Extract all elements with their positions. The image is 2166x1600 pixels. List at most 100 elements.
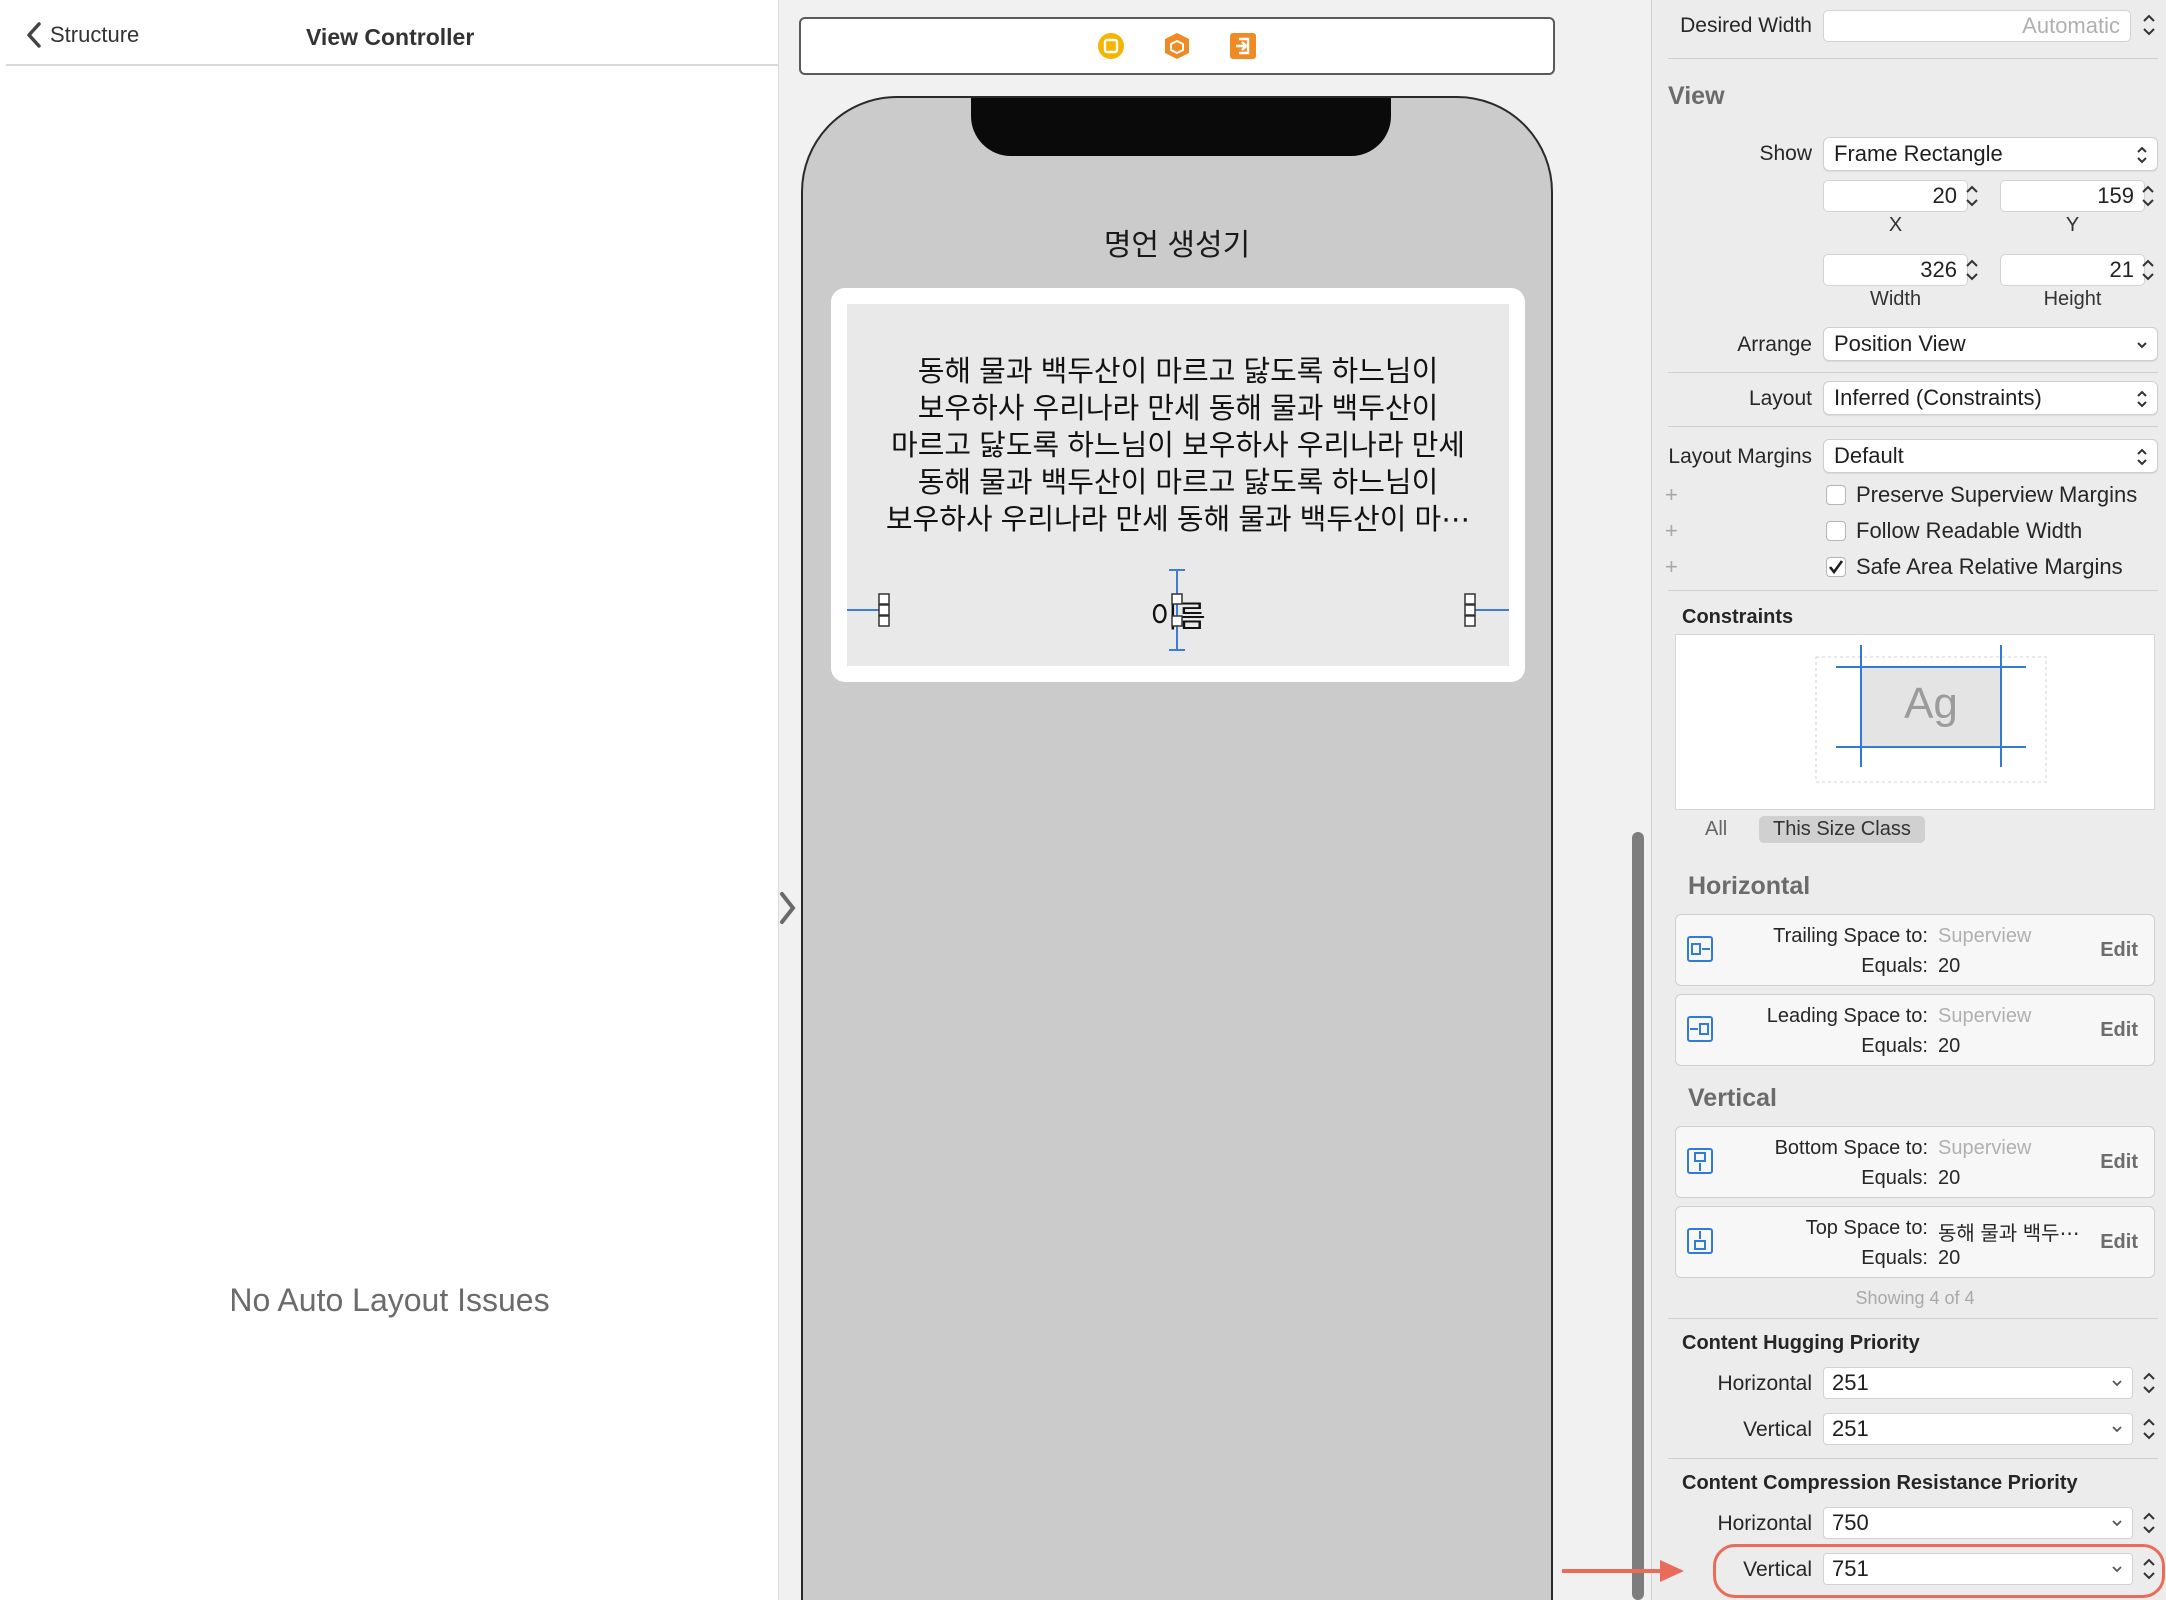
collapse-panel-icon[interactable] bbox=[779, 890, 797, 926]
constraint-target: Superview bbox=[1938, 1137, 2032, 1159]
size-class-tabs: All This Size Class bbox=[1675, 810, 2155, 846]
edit-button[interactable]: Edit bbox=[2100, 1151, 2138, 1174]
exit-icon[interactable] bbox=[1228, 31, 1258, 61]
constraint-target: Superview bbox=[1938, 925, 2032, 947]
height-value: 21 bbox=[2109, 257, 2134, 282]
horizontal-section-title: Horizontal bbox=[1688, 872, 1811, 900]
hugging-horizontal-value: 251 bbox=[1832, 1370, 1869, 1395]
chevron-down-icon bbox=[2137, 342, 2147, 349]
y-stepper[interactable] bbox=[2139, 179, 2157, 213]
compression-resistance-title: Content Compression Resistance Priority bbox=[1682, 1472, 2078, 1494]
device-frame: 명언 생성기 동해 물과 백두산이 마르고 닳도록 하느님이 보우하사 우리나라… bbox=[801, 96, 1553, 1600]
compression-horizontal-combo[interactable]: 750 bbox=[1823, 1507, 2133, 1539]
height-caption: Height bbox=[2043, 288, 2102, 310]
layout-margins-label: Layout Margins bbox=[1668, 445, 1812, 468]
title-label[interactable]: 명언 생성기 bbox=[803, 220, 1551, 264]
divider bbox=[1668, 1318, 2158, 1319]
hugging-horizontal-label: Horizontal bbox=[1717, 1372, 1812, 1395]
follow-readable-width-checkbox[interactable] bbox=[1826, 521, 1846, 541]
updown-chevron-icon bbox=[2137, 390, 2147, 408]
layout-popup[interactable]: Inferred (Constraints) bbox=[1823, 381, 2158, 415]
preserve-superview-margins-checkbox[interactable] bbox=[1826, 485, 1846, 505]
compression-horizontal-stepper[interactable] bbox=[2140, 1506, 2158, 1540]
width-field[interactable]: 326 bbox=[1823, 254, 1968, 286]
bottom-space-icon bbox=[1687, 1148, 1713, 1174]
desired-width-label: Desired Width bbox=[1680, 14, 1812, 37]
follow-readable-width-label: Follow Readable Width bbox=[1856, 518, 2083, 543]
storyboard-canvas[interactable]: 명언 생성기 동해 물과 백두산이 마르고 닳도록 하느님이 보우하사 우리나라… bbox=[779, 0, 1651, 1600]
desired-width-field[interactable]: Automatic bbox=[1823, 10, 2131, 42]
quote-card-content: 동해 물과 백두산이 마르고 닳도록 하느님이 보우하사 우리나라 만세 동해 … bbox=[847, 304, 1509, 666]
constraint-trailing-space[interactable]: Trailing Space to: Superview Equals: 20 … bbox=[1675, 914, 2155, 986]
x-field[interactable]: 20 bbox=[1823, 180, 1968, 212]
width-stepper[interactable] bbox=[1963, 253, 1981, 287]
chevron-left-icon bbox=[27, 22, 41, 48]
panel-title: View Controller bbox=[306, 24, 475, 50]
tab-this-size-class[interactable]: This Size Class bbox=[1759, 816, 1925, 843]
plus-icon[interactable]: + bbox=[1665, 482, 1678, 508]
layout-margins-value: Default bbox=[1834, 443, 1904, 468]
constraint-title: Leading Space to: bbox=[1766, 1005, 1928, 1027]
y-field[interactable]: 159 bbox=[2000, 180, 2145, 212]
divider bbox=[1668, 372, 2158, 373]
hugging-vertical-label: Vertical bbox=[1743, 1418, 1812, 1441]
constraint-preview-text: Ag bbox=[1904, 679, 1958, 728]
layout-margins-popup[interactable]: Default bbox=[1823, 439, 2158, 473]
constraint-equals-label: Equals: bbox=[1861, 955, 1928, 977]
plus-icon[interactable]: + bbox=[1665, 554, 1678, 580]
x-caption: X bbox=[1888, 214, 1903, 236]
edit-button[interactable]: Edit bbox=[2100, 939, 2138, 962]
hugging-vertical-stepper[interactable] bbox=[2140, 1412, 2158, 1446]
constraint-bottom-space[interactable]: Bottom Space to: Superview Equals: 20 Ed… bbox=[1675, 1126, 2155, 1198]
width-caption: Width bbox=[1869, 288, 1922, 310]
x-stepper[interactable] bbox=[1963, 179, 1981, 213]
back-button[interactable]: Structure bbox=[26, 22, 139, 48]
show-popup[interactable]: Frame Rectangle bbox=[1823, 137, 2158, 171]
structure-panel: Structure View Controller No Auto Layout… bbox=[0, 0, 779, 1600]
constraint-equals-label: Equals: bbox=[1861, 1247, 1928, 1269]
constraint-title: Top Space to: bbox=[1805, 1217, 1928, 1239]
preserve-superview-margins-label: Preserve Superview Margins bbox=[1856, 482, 2138, 507]
first-responder-icon[interactable] bbox=[1162, 31, 1192, 61]
constraint-title: Trailing Space to: bbox=[1773, 925, 1928, 947]
constraints-preview: Ag bbox=[1675, 634, 2155, 810]
chevron-down-icon bbox=[2112, 1426, 2122, 1433]
plus-icon[interactable]: + bbox=[1665, 518, 1678, 544]
constraint-leading-space[interactable]: Leading Space to: Superview Equals: 20 E… bbox=[1675, 994, 2155, 1066]
layout-label: Layout bbox=[1748, 387, 1812, 410]
edit-button[interactable]: Edit bbox=[2100, 1231, 2138, 1254]
constraint-equals-label: Equals: bbox=[1861, 1167, 1928, 1189]
arrange-label: Arrange bbox=[1737, 333, 1812, 356]
edit-button[interactable]: Edit bbox=[2100, 1019, 2138, 1042]
canvas-scrollbar[interactable] bbox=[1632, 832, 1644, 1600]
divider bbox=[1668, 590, 2158, 591]
quote-card[interactable]: 동해 물과 백두산이 마르고 닳도록 하느님이 보우하사 우리나라 만세 동해 … bbox=[831, 288, 1525, 682]
show-value: Frame Rectangle bbox=[1834, 141, 2003, 166]
updown-chevron-icon bbox=[2137, 146, 2147, 164]
constraint-target: 동해 물과 백두⋯ bbox=[1938, 1223, 2080, 1245]
updown-chevron-icon bbox=[2137, 448, 2147, 466]
hugging-horizontal-combo[interactable]: 251 bbox=[1823, 1367, 2133, 1399]
height-field[interactable]: 21 bbox=[2000, 254, 2145, 286]
desired-width-stepper[interactable] bbox=[2140, 8, 2158, 42]
safe-area-relative-margins-checkbox[interactable] bbox=[1826, 557, 1846, 577]
arrange-value: Position View bbox=[1834, 331, 1966, 356]
empty-state-message: No Auto Layout Issues bbox=[229, 1282, 550, 1318]
view-controller-icon[interactable] bbox=[1096, 31, 1126, 61]
tab-all[interactable]: All bbox=[1705, 818, 1727, 841]
height-stepper[interactable] bbox=[2139, 253, 2157, 287]
selection-handles[interactable] bbox=[847, 304, 1509, 666]
hugging-vertical-combo[interactable]: 251 bbox=[1823, 1413, 2133, 1445]
constraint-value: 20 bbox=[1938, 1035, 1961, 1057]
show-label: Show bbox=[1759, 142, 1812, 165]
constraint-top-space[interactable]: Top Space to: 동해 물과 백두⋯ Equals: 20 Edit bbox=[1675, 1206, 2155, 1278]
divider bbox=[1668, 58, 2158, 59]
arrange-popup[interactable]: Position View bbox=[1823, 327, 2158, 361]
hugging-horizontal-stepper[interactable] bbox=[2140, 1366, 2158, 1400]
y-value: 159 bbox=[2097, 183, 2134, 208]
divider bbox=[1668, 1458, 2158, 1459]
x-value: 20 bbox=[1932, 183, 1957, 208]
constraint-value: 20 bbox=[1938, 1247, 1961, 1269]
structure-header: Structure View Controller bbox=[6, 4, 778, 66]
annotation-highlight bbox=[1713, 1544, 2165, 1598]
